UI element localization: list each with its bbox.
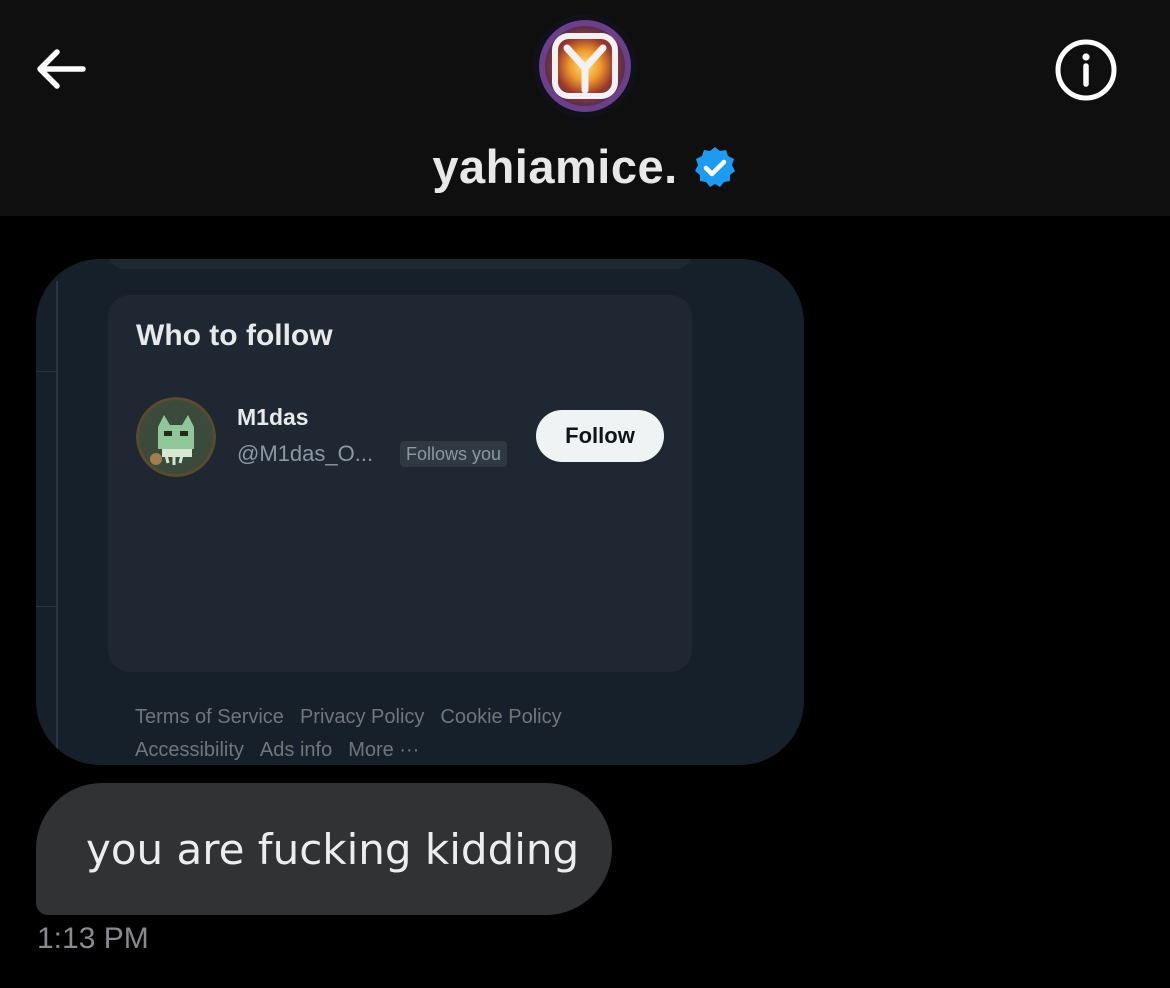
who-to-follow-title: Who to follow — [136, 319, 333, 352]
contact-name-row[interactable]: yahiamice. — [0, 134, 1170, 198]
arrow-left-icon — [37, 49, 86, 89]
footer-link-terms[interactable]: Terms of Service — [135, 706, 284, 728]
contact-name: yahiamice. — [432, 139, 678, 193]
yahiamice-avatar — [533, 14, 637, 118]
previous-card-edge — [108, 259, 692, 269]
timeline-border — [56, 281, 58, 751]
back-button[interactable] — [30, 38, 92, 100]
footer-link-ads-info[interactable]: Ads info — [260, 739, 332, 761]
footer-link-privacy[interactable]: Privacy Policy — [300, 706, 424, 728]
suggested-user-name[interactable]: M1das — [237, 404, 309, 431]
who-to-follow-card: Who to follow M1das @M1das_O... Follows … — [108, 295, 692, 672]
suggested-user-handle[interactable]: @M1das_O... — [237, 441, 373, 467]
divider — [36, 606, 58, 607]
footer-link-accessibility[interactable]: Accessibility — [135, 739, 244, 761]
message-bubble[interactable]: you are fucking kidding — [36, 783, 612, 915]
suggested-user-avatar[interactable] — [136, 397, 216, 477]
follows-you-badge: Follows you — [400, 441, 508, 467]
footer-link-cookie[interactable]: Cookie Policy — [440, 706, 561, 728]
footer-link-more[interactable]: More ··· — [348, 739, 419, 761]
message-text: you are fucking kidding — [86, 824, 580, 874]
verified-badge-icon — [694, 147, 735, 187]
follow-button[interactable]: Follow — [536, 410, 664, 462]
screenshot-image-bubble[interactable]: Who to follow M1das @M1das_O... Follows … — [36, 259, 804, 765]
info-button[interactable] — [1050, 34, 1122, 106]
m1das-avatar-icon — [136, 397, 216, 477]
divider — [36, 371, 58, 372]
footer-links: Terms of Service Privacy Policy Cookie Pol… — [135, 701, 795, 765]
conversation-header: yahiamice. — [0, 0, 1170, 216]
info-circle-icon — [1055, 39, 1117, 101]
avatar[interactable] — [533, 14, 637, 118]
message-timestamp: 1:13 PM — [37, 922, 149, 955]
